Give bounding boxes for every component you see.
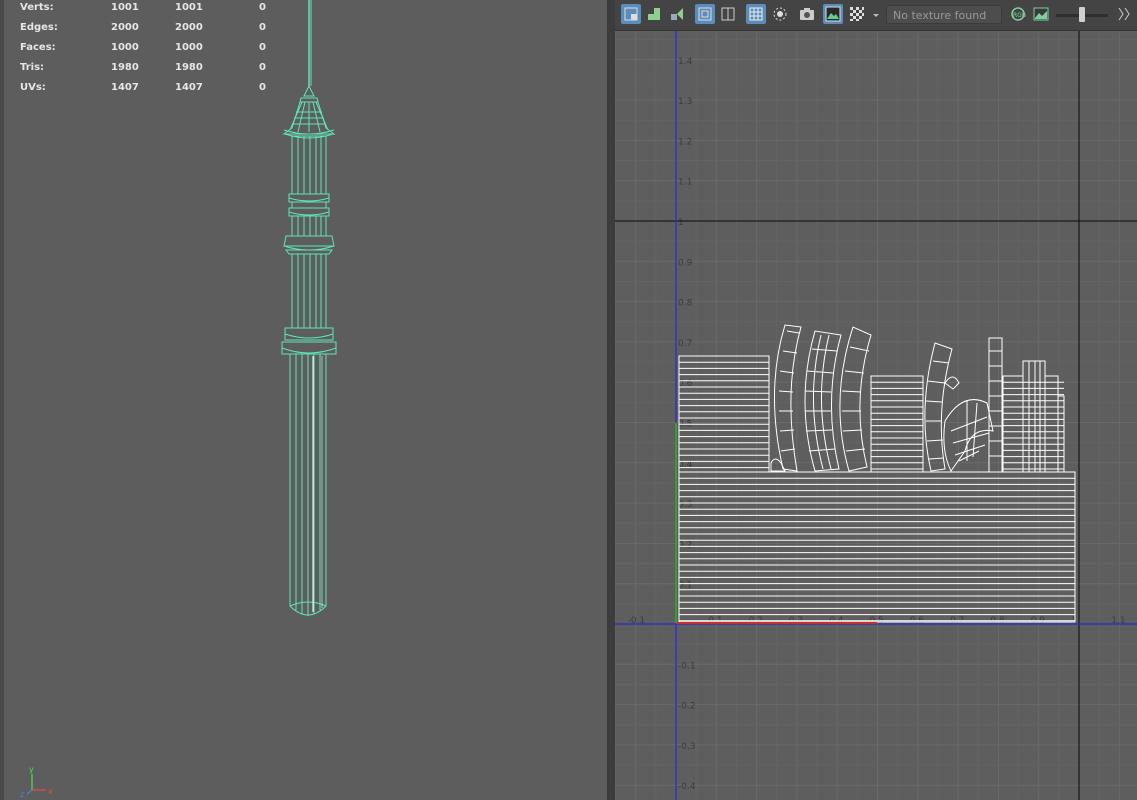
svg-text:z: z: [20, 790, 24, 798]
v-tick-label: 0.3: [678, 500, 692, 510]
uv-toolbar: No texture found RGB: [615, 0, 1137, 31]
uv-shell-small-2: [944, 376, 960, 390]
frame-selected-icon[interactable]: [718, 4, 738, 24]
image-display-icon[interactable]: [823, 4, 843, 24]
panel-splitter[interactable]: [607, 0, 615, 800]
uv-shell-strip-3: [1022, 360, 1046, 473]
texture-field[interactable]: No texture found: [886, 5, 1002, 24]
uv-shell-icon[interactable]: [644, 4, 664, 24]
v-tick-label: 0.7: [678, 339, 692, 349]
v-tick-label: -0.2: [678, 702, 696, 712]
v-tick-label: -0.1: [678, 661, 696, 671]
uv-shell-strip-1: [988, 337, 1003, 473]
v-tick-label: 0.2: [678, 540, 692, 550]
v-tick-label: 1.1: [678, 178, 692, 188]
3d-viewport[interactable]: Verts: 1001 1001 0 Edges: 2000 2000 0 Fa…: [0, 0, 608, 800]
v-tick-label: 1: [678, 218, 684, 228]
more-icon[interactable]: [1113, 4, 1133, 24]
svg-text:RGB: RGB: [1013, 12, 1026, 19]
v-tick-label: 0.9: [678, 258, 693, 268]
checker-icon[interactable]: [847, 4, 867, 24]
snapshot-icon[interactable]: [797, 4, 817, 24]
frame-all-icon[interactable]: [695, 4, 715, 24]
uv-shell-left: [678, 355, 770, 473]
uv-layout-icon[interactable]: [621, 4, 641, 24]
uv-select-icon[interactable]: [667, 4, 687, 24]
v-tick-label: -0.4: [678, 782, 696, 792]
image-ratio-icon[interactable]: [1031, 4, 1051, 24]
v-tick-label: 1.4: [678, 57, 693, 67]
uv-shell-fan: [943, 399, 994, 472]
uv-shell-mid: [870, 375, 924, 473]
svg-text:x: x: [48, 787, 53, 796]
v-tick-label: 1.3: [678, 97, 692, 107]
v-tick-label: 0.1: [678, 581, 692, 591]
dropdown-arrow-icon[interactable]: [869, 4, 883, 24]
v-tick-label: 1.2: [678, 137, 692, 147]
uv-shell-strip-2: [1002, 375, 1024, 473]
grid-toggle-icon[interactable]: [746, 4, 766, 24]
uv-grid-lines: [615, 31, 1137, 800]
axis-gizmo-icon: y x z: [20, 765, 53, 798]
rgb-channels-icon[interactable]: RGB: [1008, 4, 1028, 24]
v-tick-label: -0.3: [678, 742, 696, 752]
uv-shell-strip-4: [1044, 375, 1059, 473]
svg-text:y: y: [29, 765, 34, 774]
uv-grid-canvas[interactable]: 1.41.31.21.110.90.80.70.60.50.40.30.20.1…: [615, 31, 1137, 800]
uv-editor-panel[interactable]: No texture found RGB 1.4 1.3 1.2 1.1 1 0.9 0.8…: [615, 0, 1137, 800]
v-tick-label: 0.8: [678, 299, 693, 309]
wireframe-column-model[interactable]: [0, 0, 607, 800]
isolate-icon[interactable]: [770, 4, 790, 24]
exposure-slider-handle[interactable]: [1079, 7, 1085, 22]
